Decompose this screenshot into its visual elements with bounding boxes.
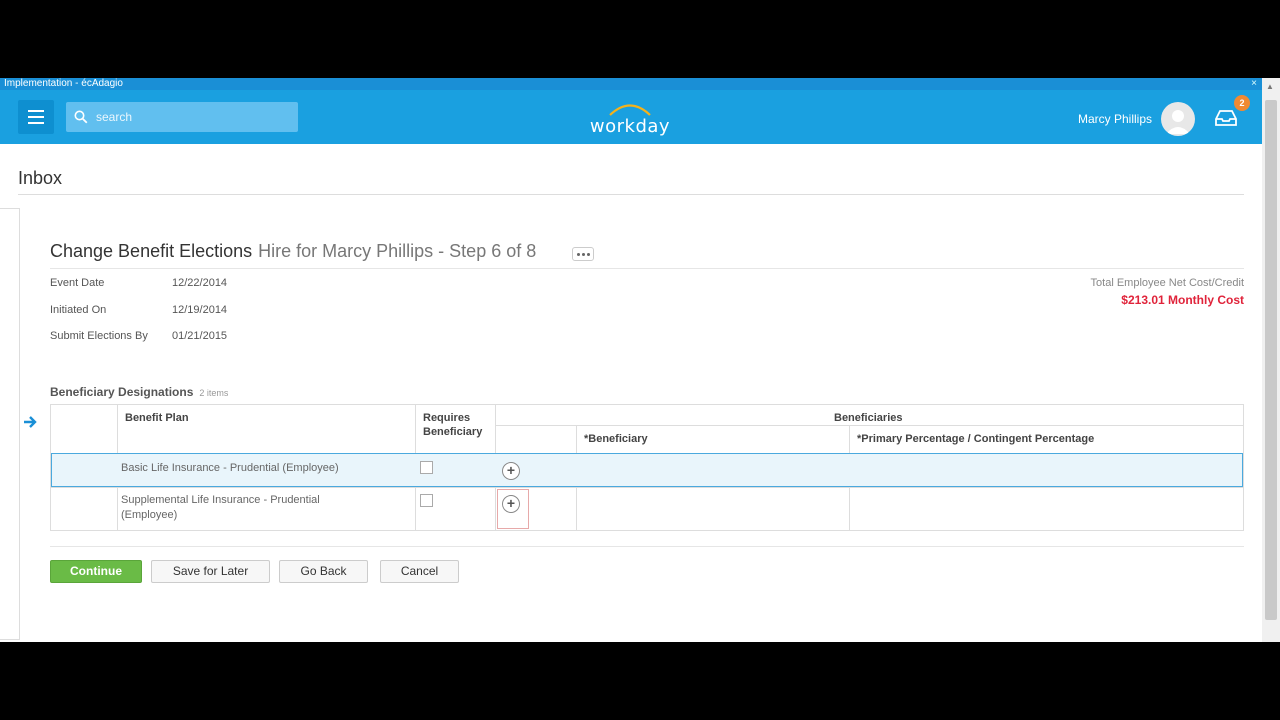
event-date-label: Event Date bbox=[50, 277, 105, 289]
divider bbox=[50, 268, 1244, 269]
expand-arrow-icon[interactable] bbox=[22, 414, 42, 434]
more-dot-icon bbox=[586, 252, 590, 256]
search-icon bbox=[66, 102, 96, 132]
search-box[interactable] bbox=[66, 102, 298, 132]
user-name[interactable]: Marcy Phillips bbox=[1040, 112, 1152, 126]
grid-title: Beneficiary Designations 2 items bbox=[50, 385, 228, 399]
inbox-tray-icon bbox=[1215, 110, 1237, 126]
avatar[interactable] bbox=[1161, 102, 1195, 136]
requires-beneficiary-checkbox[interactable] bbox=[420, 461, 433, 474]
grid-line bbox=[495, 425, 1244, 426]
column-header-beneficiary[interactable]: *Beneficiary bbox=[584, 433, 648, 445]
more-dot-icon bbox=[576, 252, 580, 256]
go-back-button[interactable]: Go Back bbox=[279, 560, 368, 583]
vertical-scrollbar[interactable]: ▲ bbox=[1262, 78, 1280, 642]
column-header-percentage[interactable]: *Primary Percentage / Contingent Percent… bbox=[857, 433, 1094, 445]
continue-button[interactable]: Continue bbox=[50, 560, 142, 583]
add-beneficiary-button[interactable]: + bbox=[502, 462, 520, 480]
user-avatar-icon bbox=[1166, 110, 1190, 134]
window-close-icon[interactable]: × bbox=[1248, 78, 1260, 90]
cost-value: $213.01 Monthly Cost bbox=[1121, 293, 1244, 307]
menu-button[interactable] bbox=[18, 100, 54, 134]
grid-title-text: Beneficiary Designations bbox=[50, 385, 194, 399]
benefit-plan-cell: Supplemental Life Insurance - Prudential bbox=[121, 494, 320, 506]
related-actions-button[interactable] bbox=[572, 247, 594, 261]
save-for-later-button[interactable]: Save for Later bbox=[151, 560, 270, 583]
column-header-benefit-plan[interactable]: Benefit Plan bbox=[125, 412, 189, 424]
letterbox-bottom bbox=[0, 642, 1280, 720]
hamburger-line bbox=[28, 116, 44, 118]
main-content: Inbox Change Benefit Elections Hire for M… bbox=[0, 144, 1262, 642]
initiated-on-label: Initiated On bbox=[50, 304, 107, 316]
notification-badge[interactable]: 2 bbox=[1234, 95, 1250, 111]
divider bbox=[18, 194, 1244, 195]
letterbox-top bbox=[0, 0, 1280, 78]
requires-beneficiary-checkbox[interactable] bbox=[420, 494, 433, 507]
window-title: Implementation - écAdagio bbox=[0, 78, 1262, 90]
scroll-up-icon[interactable]: ▲ bbox=[1266, 82, 1274, 91]
benefit-plan-cell: Basic Life Insurance - Prudential (Emplo… bbox=[121, 462, 339, 474]
task-title: Change Benefit Elections Hire for Marcy P… bbox=[50, 241, 536, 262]
benefit-plan-cell-line2: (Employee) bbox=[121, 509, 178, 521]
column-header-requires[interactable]: Requires bbox=[423, 412, 470, 424]
cost-label: Total Employee Net Cost/Credit bbox=[1090, 277, 1244, 289]
more-dot-icon bbox=[581, 252, 585, 256]
side-panel-tab[interactable] bbox=[0, 208, 20, 640]
grid-line bbox=[51, 487, 1244, 488]
initiated-on-value: 12/19/2014 bbox=[172, 304, 228, 316]
hamburger-line bbox=[28, 110, 44, 112]
top-navigation-bar: workday Marcy Phillips bbox=[0, 90, 1262, 144]
logo-text: workday bbox=[589, 116, 671, 137]
divider bbox=[50, 546, 1244, 547]
column-header-requires-line2: Beneficiary bbox=[423, 426, 483, 438]
cancel-button[interactable]: Cancel bbox=[380, 560, 459, 583]
submit-by-value: 01/21/2015 bbox=[172, 330, 228, 342]
logo-arc-icon bbox=[609, 104, 651, 116]
beneficiary-grid: Benefit Plan Requires Beneficiary Benefi… bbox=[50, 404, 1244, 531]
scroll-thumb[interactable] bbox=[1265, 100, 1277, 620]
hamburger-line bbox=[28, 122, 44, 124]
column-header-beneficiaries: Beneficiaries bbox=[834, 412, 903, 424]
page-title: Inbox bbox=[18, 168, 63, 188]
grid-item-count: 2 items bbox=[199, 388, 229, 398]
search-input[interactable] bbox=[96, 110, 286, 124]
task-name: Change Benefit Elections bbox=[50, 241, 253, 261]
workday-logo: workday bbox=[580, 98, 680, 138]
add-beneficiary-button[interactable]: + bbox=[502, 495, 520, 513]
task-subtitle: Hire for Marcy Phillips - Step 6 of 8 bbox=[258, 241, 537, 261]
submit-by-label: Submit Elections By bbox=[50, 330, 148, 342]
event-date-value: 12/22/2014 bbox=[172, 277, 228, 289]
